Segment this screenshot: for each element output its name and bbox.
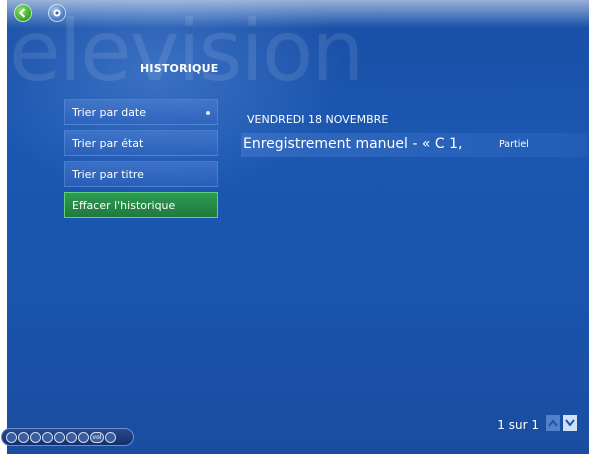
sort-by-state-button[interactable]: Trier par état [64,130,218,156]
menu-item-label: Trier par état [72,137,144,150]
recording-title: Enregistrement manuel - « C 1, [243,136,463,152]
page-title: HISTORIQUE [140,62,219,75]
sort-menu: Trier par date Trier par état Trier par … [64,99,218,223]
page-down-button[interactable] [563,415,577,431]
menu-item-label: Trier par titre [72,168,144,181]
play-icon[interactable] [42,431,53,443]
sort-by-title-button[interactable]: Trier par titre [64,161,218,187]
page-up-button[interactable] [546,415,560,431]
stop-icon[interactable] [6,431,17,443]
media-center-screen: elevision HISTORIQUE Trier par date Trie… [7,0,589,454]
date-header: VENDREDI 18 NOVEMBRE [247,113,389,126]
menu-item-label: Effacer l'historique [72,199,176,212]
chevron-up-icon [548,419,558,427]
menu-item-label: Trier par date [72,106,147,119]
skip-forward-icon[interactable] [54,431,65,443]
selected-indicator-icon [206,111,210,115]
windows-media-center-icon[interactable] [48,4,66,22]
transport-controls: vol [1,428,134,446]
history-row[interactable]: Enregistrement manuel - « C 1, Partiel [241,133,587,157]
clear-history-button[interactable]: Effacer l'historique [64,192,218,218]
page-indicator: 1 sur 1 [497,418,539,432]
rewind-icon[interactable] [18,431,29,443]
fast-forward-icon[interactable] [66,431,77,443]
recording-status: Partiel [499,139,529,150]
chevron-down-icon [565,419,575,427]
volume-label: vol [90,431,104,443]
volume-up-icon[interactable] [105,431,116,443]
volume-down-icon[interactable] [78,431,89,443]
back-arrow-icon[interactable] [14,4,32,22]
skip-back-icon[interactable] [30,431,41,443]
sort-by-date-button[interactable]: Trier par date [64,99,218,125]
